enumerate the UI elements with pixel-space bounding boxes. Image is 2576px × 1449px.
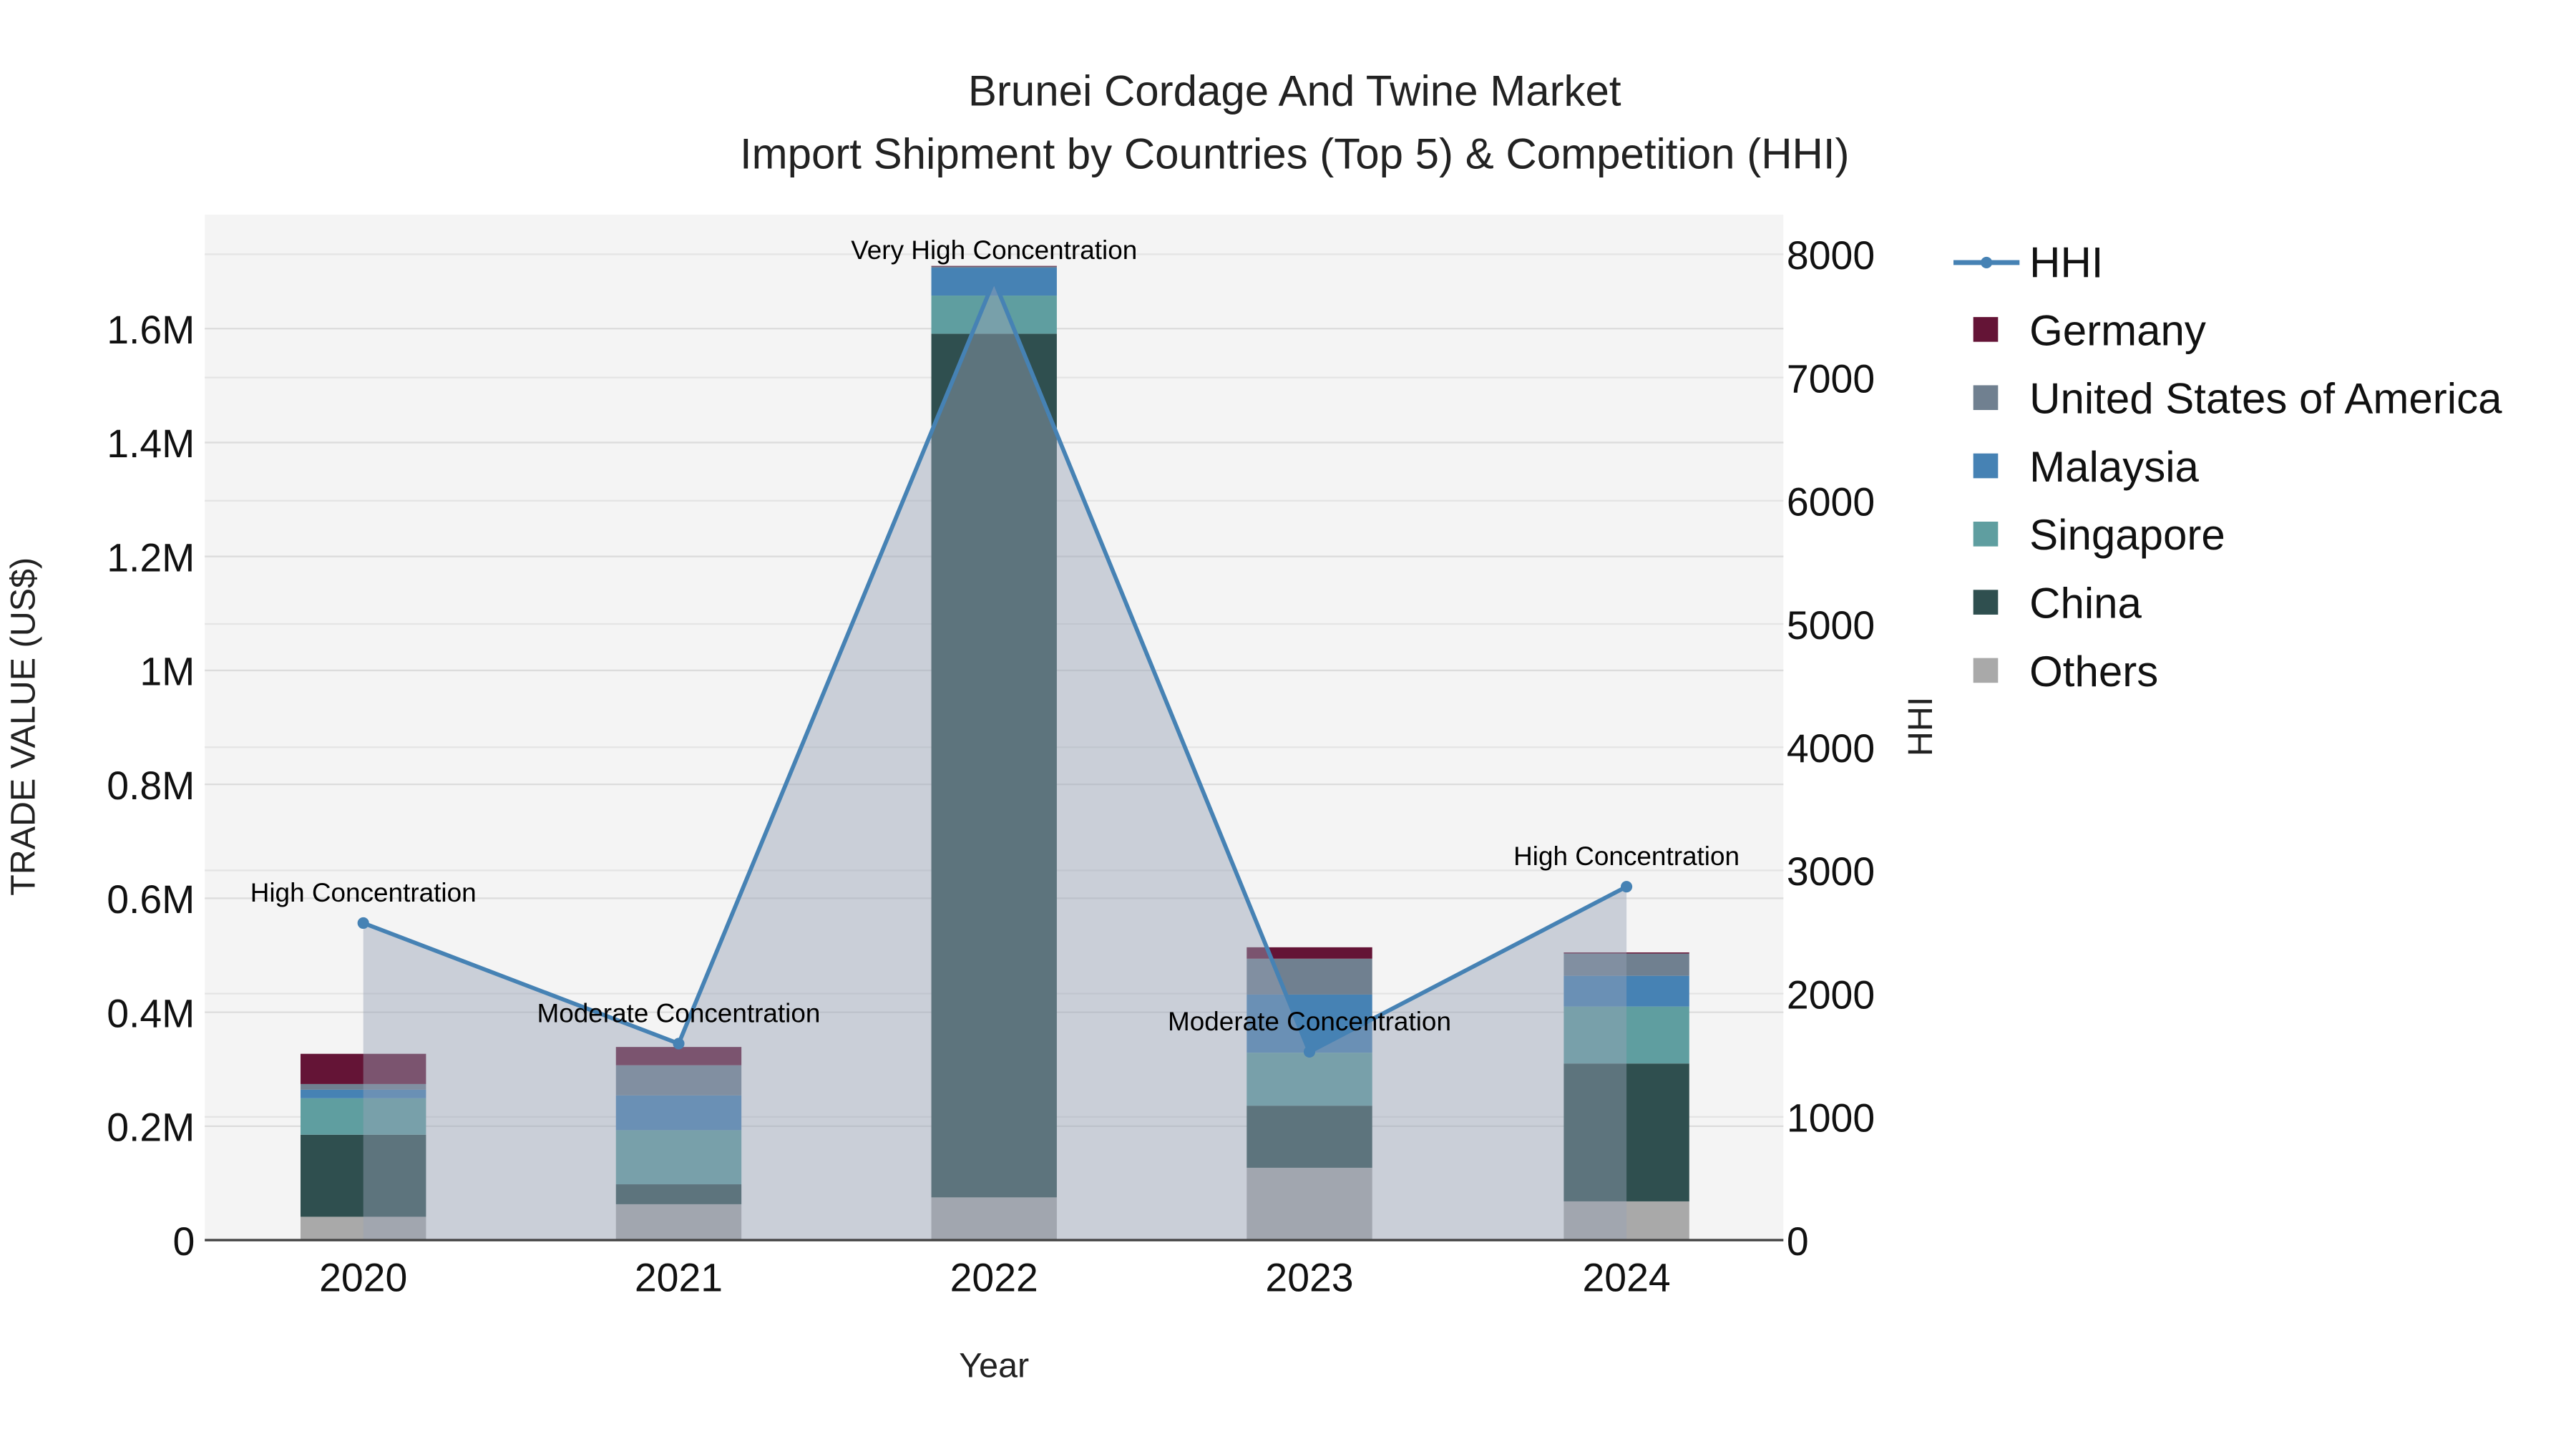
y2-tick-label: 2000	[1787, 972, 1875, 1017]
y-tick-label: 0.2M	[107, 1106, 195, 1150]
legend-swatch-icon	[1973, 317, 1999, 342]
legend-label: Singapore	[2029, 511, 2225, 559]
legend-hhi-marker-icon	[1981, 256, 1993, 268]
chart-title: Brunei Cordage And Twine Market	[968, 67, 1621, 115]
hhi-annotation: Moderate Concentration	[1168, 1007, 1451, 1036]
legend-label: Others	[2029, 648, 2158, 696]
hhi-annotation: Moderate Concentration	[537, 998, 820, 1028]
bar-united-states-of-america-2022	[931, 266, 1057, 268]
y2-tick-label: 8000	[1787, 233, 1875, 278]
y2-tick-label: 0	[1787, 1219, 1809, 1264]
y2-tick-label: 4000	[1787, 726, 1875, 771]
y-tick-label: 0.6M	[107, 877, 195, 922]
legend: HHI Germany United States of America Malays…	[1953, 239, 2502, 696]
y2-axis-label: HHI	[1901, 697, 1940, 756]
x-tick-label: 2024	[1582, 1256, 1670, 1300]
bar-germany-2022	[931, 265, 1057, 267]
legend-label: China	[2029, 580, 2142, 628]
y2-tick-label: 5000	[1787, 603, 1875, 648]
x-tick-label: 2021	[635, 1256, 723, 1300]
y-tick-label: 1.6M	[107, 308, 195, 352]
x-axis-label: Year	[959, 1347, 1029, 1385]
hhi-point-2024	[1621, 881, 1633, 893]
legend-swatch-icon	[1973, 385, 1999, 410]
legend-swatch-icon	[1973, 522, 1999, 547]
y-tick-label: 0.4M	[107, 991, 195, 1035]
hhi-annotation: High Concentration	[250, 878, 477, 907]
chart-subtitle: Import Shipment by Countries (Top 5) & C…	[740, 130, 1850, 177]
y-tick-label: 1M	[140, 650, 195, 694]
x-tick-label: 2022	[950, 1256, 1038, 1300]
x-tick-label: 2020	[319, 1256, 407, 1300]
y-tick-label: 1.4M	[107, 421, 195, 466]
y-axis-label: TRADE VALUE (US$)	[4, 557, 42, 896]
hhi-point-2021	[673, 1038, 685, 1050]
hhi-annotation: Very High Concentration	[851, 235, 1137, 265]
hhi-annotation: High Concentration	[1513, 841, 1740, 871]
y2-tick-label: 6000	[1787, 480, 1875, 525]
legend-swatch-icon	[1973, 453, 1999, 479]
hhi-point-2020	[357, 917, 369, 930]
y-tick-label: 1.2M	[107, 535, 195, 580]
legend-swatch-icon	[1973, 590, 1999, 615]
x-axis-ticks: 2020 2021 2022 2023 2024	[319, 1256, 1671, 1300]
y-tick-label: 0	[172, 1219, 195, 1264]
chart: Brunei Cordage And Twine Market Import S…	[4, 67, 2502, 1385]
legend-label: Malaysia	[2029, 443, 2199, 491]
y2-axis-ticks: 0 1000 2000 3000 4000 5000 6000 7000 8000	[1787, 233, 1875, 1264]
y-tick-label: 0.8M	[107, 763, 195, 808]
y-axis-ticks: 0 0.2M 0.4M 0.6M 0.8M 1M 1.2M 1.4M 1.6M	[107, 308, 195, 1264]
legend-swatch-icon	[1973, 658, 1999, 683]
x-tick-label: 2023	[1265, 1256, 1353, 1300]
hhi-point-2022	[988, 274, 1000, 286]
legend-label: Germany	[2029, 306, 2206, 354]
y2-tick-label: 7000	[1787, 356, 1875, 401]
legend-label-hhi: HHI	[2029, 239, 2103, 287]
legend-label: United States of America	[2029, 375, 2502, 423]
y2-tick-label: 3000	[1787, 849, 1875, 894]
hhi-point-2023	[1303, 1045, 1316, 1058]
y2-tick-label: 1000	[1787, 1096, 1875, 1141]
